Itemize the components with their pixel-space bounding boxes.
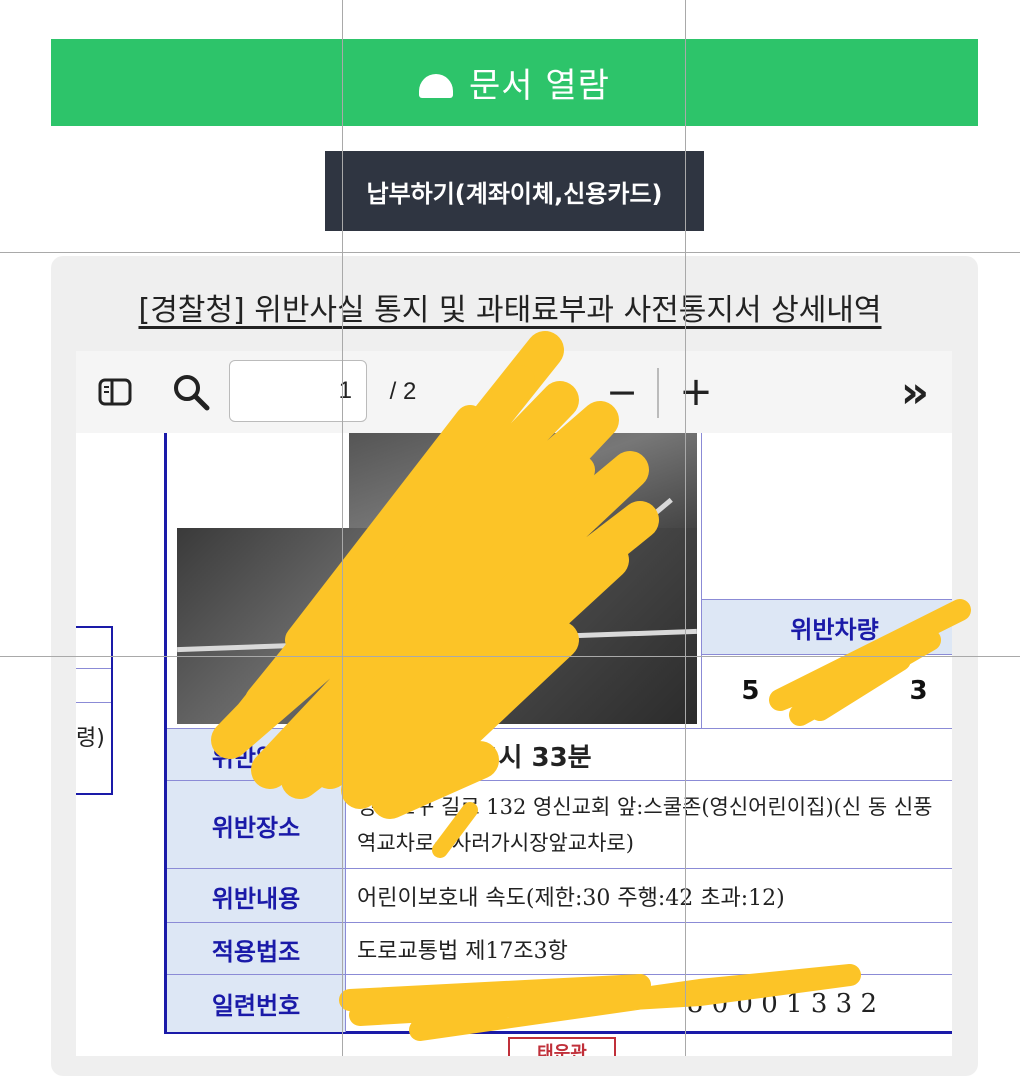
page-total: / 2 (389, 378, 417, 405)
violation-table: 위반차량 5 3 위반일시 2024년 14시 33분 위반장소 영등포구 길로… (164, 433, 952, 1034)
zoom-in-button[interactable]: + (674, 366, 718, 418)
table-row: 위반장소 영등포구 길로 132 영신교회 앞:스쿨존(영신어린이집)(신 동 … (167, 780, 952, 869)
table-row: 일련번호 8 0 0 0 1 3 3 2 (167, 974, 952, 1032)
document-icon (419, 73, 454, 98)
guide-line-vertical (342, 0, 343, 1056)
search-icon[interactable] (168, 372, 214, 412)
serial-number: 8 0 0 0 1 3 3 2 (686, 988, 877, 1019)
toolbar-divider (657, 368, 659, 418)
row-label: 위반내용 (167, 869, 346, 923)
violation-location: 영등포구 길로 132 영신교회 앞:스쿨존(영신어린이집)(신 동 신풍역교차… (357, 795, 933, 855)
document-open-button[interactable]: 문서 열람 (51, 39, 978, 126)
row-label: 일련번호 (167, 975, 346, 1032)
guide-line-horizontal (0, 656, 1020, 657)
vehicle-value-end: 3 (909, 676, 928, 706)
violation-content: 어린이보호내 속도(제한:30 주행:42 초과:12) (357, 886, 785, 911)
camera-photo (177, 497, 697, 724)
table-row: 위반내용 어린이보호내 속도(제한:30 주행:42 초과:12) (167, 868, 952, 923)
pay-button[interactable]: 납부하기(계좌이체,신용카드) (325, 151, 704, 231)
row-label: 적용법조 (167, 923, 346, 975)
table-row: 적용법조 도로교통법 제17조3항 (167, 922, 952, 975)
table-row: 위반일시 2024년 14시 33분 (167, 728, 952, 781)
row-label: 위반장소 (167, 781, 346, 869)
sidebar-toggle-icon[interactable] (94, 374, 136, 410)
fragment-text: 령) (76, 726, 105, 751)
guide-line-horizontal (0, 252, 1020, 253)
guide-line-vertical (685, 0, 686, 1056)
applicable-law: 도로교통법 제17조3항 (357, 939, 568, 964)
vehicle-value-start: 5 (741, 676, 760, 706)
panel-title[interactable]: [경찰청] 위반사실 통지 및 과태료부과 사전통지서 상세내역 (0, 285, 1020, 329)
row-label: 위반일시 (167, 729, 346, 781)
page-number-input[interactable] (229, 360, 367, 422)
official-seal: 태운관 (508, 1037, 616, 1056)
more-tools-button[interactable]: » (890, 366, 940, 418)
pdf-viewer[interactable]: 령) 위반차량 5 3 위반일시 2024년 14시 33분 위반장소 영등포구… (76, 433, 952, 1056)
violation-datetime: 2024년 14시 33분 (357, 742, 592, 773)
camera-photo-top (349, 433, 697, 528)
vehicle-value: 5 3 (702, 654, 952, 728)
prev-page-fragment: 령) (76, 626, 113, 795)
zoom-out-button[interactable]: − (600, 366, 644, 418)
document-open-label: 문서 열람 (469, 66, 610, 106)
vehicle-header: 위반차량 (702, 599, 952, 655)
